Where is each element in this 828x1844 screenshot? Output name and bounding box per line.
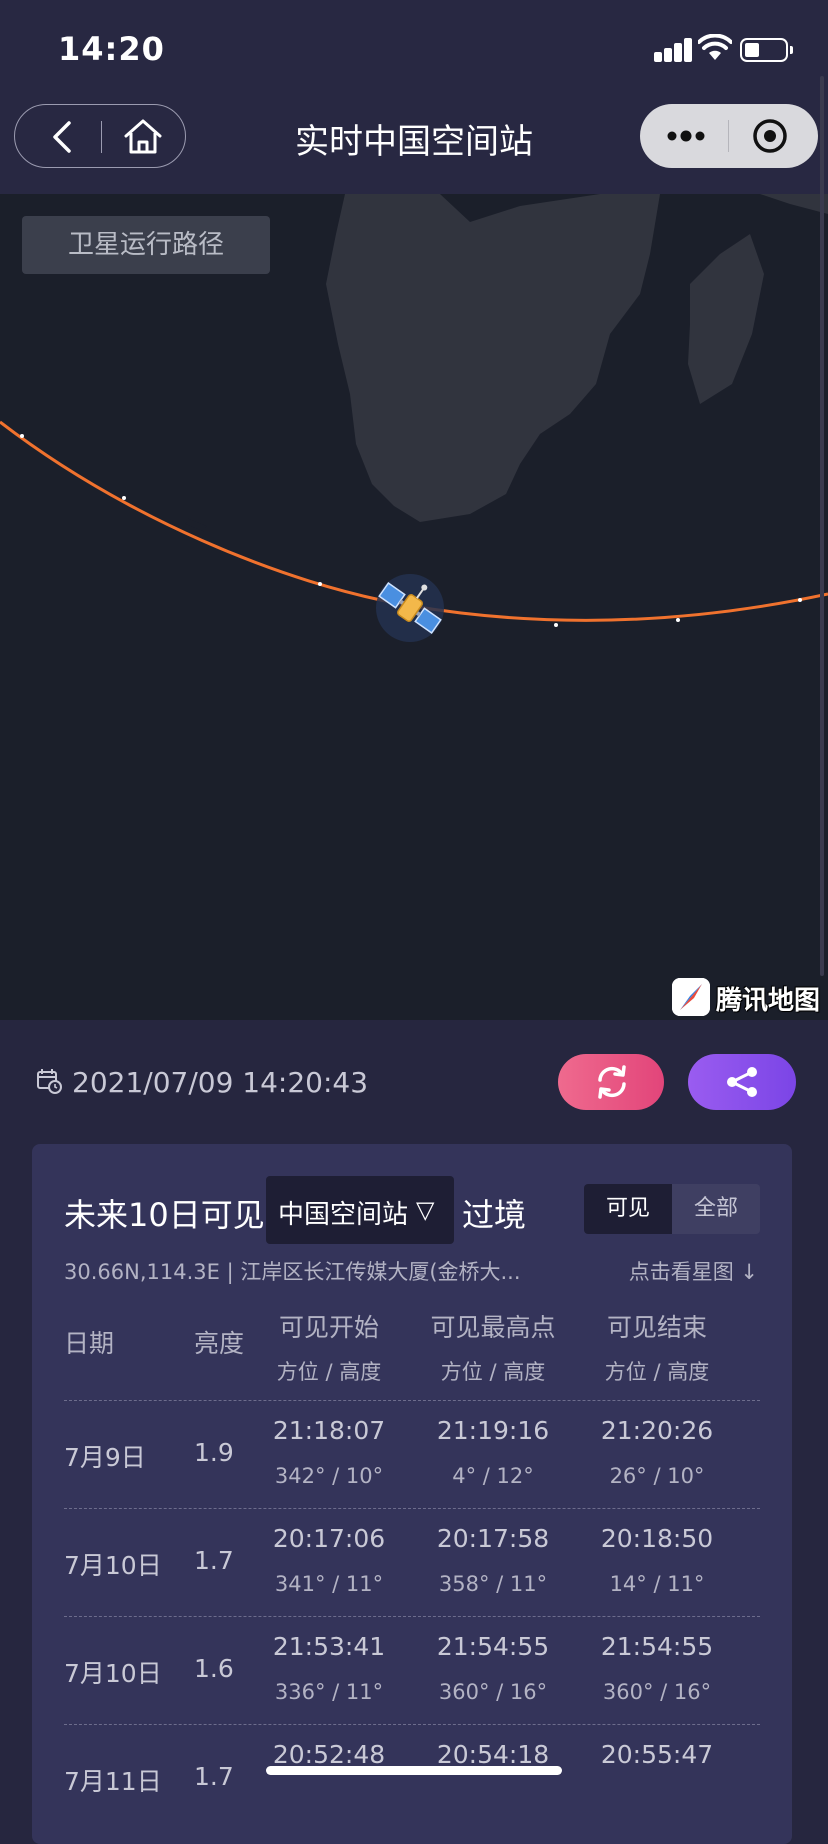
header-end: 可见结束 — [606, 1313, 707, 1342]
wifi-icon — [698, 34, 732, 60]
capsule-divider — [728, 120, 729, 152]
row-start-time: 20:17:06 — [272, 1524, 386, 1553]
refresh-icon — [598, 1065, 626, 1099]
observer-location[interactable]: 30.66N,114.3E | 江岸区长江传媒大厦(金桥大... — [64, 1256, 564, 1286]
passes-card: 未来10日可见 中国空间站 ▽ 过境 可见 全部 30.66N,114.3E |… — [32, 1144, 792, 1844]
row-peak-pos: 4° / 12° — [452, 1464, 534, 1488]
header-date: 日期 — [64, 1329, 115, 1358]
info-row: 2021/07/09 14:20:43 — [0, 1020, 828, 1142]
share-icon — [727, 1067, 757, 1097]
row-end-pos: 360° / 16° — [602, 1680, 712, 1704]
header-magnitude: 亮度 — [194, 1329, 245, 1358]
row-start-time: 20:52:48 — [272, 1740, 386, 1769]
row-divider — [64, 1616, 760, 1617]
row-start-pos: 336° / 11° — [274, 1680, 384, 1704]
row-end-pos: 14° / 11° — [609, 1572, 705, 1596]
row-end-pos: 26° / 10° — [609, 1464, 705, 1488]
starmap-link[interactable]: 点击看星图 ↓ — [629, 1256, 758, 1286]
row-divider — [64, 1400, 760, 1401]
row-magnitude: 1.7 — [194, 1762, 234, 1791]
row-peak-time: 21:54:55 — [436, 1632, 550, 1661]
row-end-time: 21:20:26 — [600, 1416, 714, 1445]
refresh-button[interactable] — [558, 1054, 664, 1110]
status-time: 14:20 — [58, 30, 165, 68]
row-end-time: 21:54:55 — [600, 1632, 714, 1661]
row-date: 7月10日 — [64, 1659, 162, 1688]
status-bar: 14:20 — [0, 0, 828, 96]
header-peak-sub: 方位 / 高度 — [440, 1360, 546, 1384]
row-magnitude: 1.7 — [194, 1546, 234, 1575]
share-button[interactable] — [688, 1054, 796, 1110]
satellite-track-button[interactable]: 卫星运行路径 — [22, 216, 270, 274]
satellite-select-value: 中国空间站 — [278, 1200, 409, 1230]
row-date: 7月11日 — [64, 1767, 162, 1796]
header-start-sub: 方位 / 高度 — [276, 1360, 382, 1384]
map-provider-label: 腾讯地图 — [716, 986, 821, 1016]
row-peak-time: 20:54:18 — [436, 1740, 550, 1769]
visibility-toggle: 可见 全部 — [584, 1184, 760, 1234]
row-start-pos: 342° / 10° — [274, 1464, 384, 1488]
home-indicator[interactable] — [266, 1766, 562, 1775]
row-start-time: 21:18:07 — [272, 1416, 386, 1445]
row-peak-time: 21:19:16 — [436, 1416, 550, 1445]
row-start-time: 21:53:41 — [272, 1632, 386, 1661]
nav-bar: 实时中国空间站 — [0, 96, 828, 194]
current-datetime: 2021/07/09 14:20:43 — [72, 1066, 369, 1099]
row-magnitude: 1.9 — [194, 1438, 234, 1467]
close-target-icon[interactable] — [750, 116, 790, 156]
tab-all[interactable]: 全部 — [672, 1184, 760, 1234]
row-magnitude: 1.6 — [194, 1654, 234, 1683]
row-peak-time: 20:17:58 — [436, 1524, 550, 1553]
calendar-clock-icon — [37, 1069, 62, 1094]
dropdown-triangle-icon: ▽ — [416, 1196, 435, 1224]
satellite-icon[interactable] — [374, 572, 446, 644]
row-divider — [64, 1508, 760, 1509]
passes-title-suffix: 过境 — [462, 1196, 527, 1234]
passes-title-prefix: 未来10日可见 — [64, 1196, 265, 1234]
row-peak-pos: 358° / 11° — [438, 1572, 548, 1596]
more-icon[interactable] — [660, 120, 712, 152]
header-peak: 可见最高点 — [430, 1313, 556, 1342]
row-end-time: 20:18:50 — [600, 1524, 714, 1553]
row-divider — [64, 1724, 760, 1725]
cellular-signal-icon — [654, 36, 704, 62]
row-start-pos: 341° / 11° — [274, 1572, 384, 1596]
satellite-map[interactable]: 卫星运行路径 腾讯地图 — [0, 194, 828, 1020]
satellite-select[interactable]: 中国空间站 ▽ — [266, 1176, 454, 1244]
row-peak-pos: 360° / 16° — [438, 1680, 548, 1704]
tab-visible[interactable]: 可见 — [584, 1184, 672, 1234]
battery-icon — [740, 38, 793, 62]
header-end-sub: 方位 / 高度 — [604, 1360, 710, 1384]
row-date: 7月10日 — [64, 1551, 162, 1580]
row-end-time: 20:55:47 — [600, 1740, 714, 1769]
page-scrollbar[interactable] — [820, 76, 824, 976]
tencent-map-icon — [672, 978, 710, 1016]
miniprogram-capsule — [640, 104, 818, 168]
row-date: 7月9日 — [64, 1443, 146, 1472]
header-start: 可见开始 — [278, 1313, 379, 1342]
